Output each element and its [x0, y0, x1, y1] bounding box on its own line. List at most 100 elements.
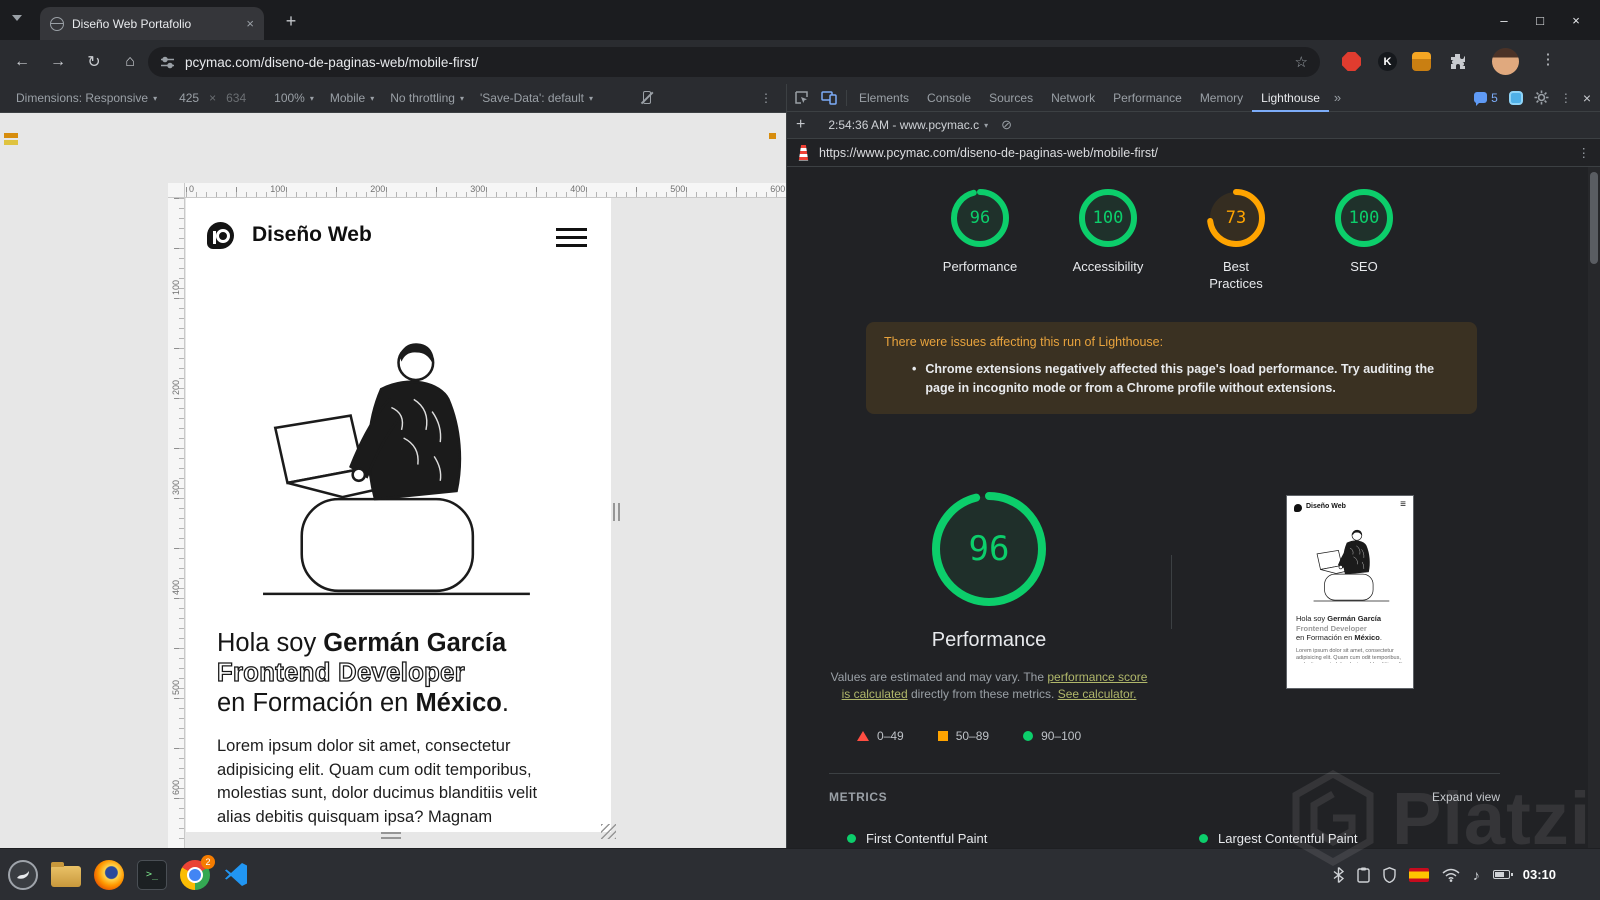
keyboard-layout-flag-icon[interactable]: [1408, 867, 1429, 882]
site-logo[interactable]: [207, 222, 234, 249]
throttling-selector[interactable]: No throttling ▾: [390, 91, 464, 105]
metric-largest-contentful-paint[interactable]: Largest Contentful Paint: [1199, 831, 1357, 846]
devtools-close-icon[interactable]: ×: [1583, 90, 1591, 106]
extension-devtools-icon[interactable]: [1508, 90, 1523, 105]
see-calculator-link[interactable]: See calculator.: [1058, 687, 1137, 701]
profile-avatar[interactable]: [1492, 48, 1519, 75]
range-label: 0–49: [877, 729, 904, 743]
device-toolbar-toggle-icon[interactable]: [815, 90, 843, 105]
browser-menu-kebab-icon[interactable]: ⋮: [1536, 50, 1560, 68]
viewport-resize-handle-right[interactable]: [613, 503, 620, 521]
chevron-down-icon: ▾: [153, 93, 158, 103]
score-performance[interactable]: 96 Performance: [932, 187, 1028, 292]
home-button[interactable]: ⌂: [116, 48, 144, 76]
address-bar[interactable]: pcymac.com/diseno-de-paginas-web/mobile-…: [148, 47, 1320, 77]
lighthouse-url-row: https://www.pcymac.com/diseno-de-paginas…: [787, 139, 1600, 167]
page-viewport[interactable]: Diseño Web Hola soy Germán García Fronte…: [186, 198, 611, 832]
shield-icon[interactable]: [1383, 866, 1396, 883]
audit-run-selector[interactable]: 2:54:36 AM - www.pcymac.c ▾: [828, 118, 988, 132]
device-toolbar-kebab-icon[interactable]: ⋮: [760, 91, 772, 105]
ruler-number: 400: [570, 184, 586, 194]
battery-icon[interactable]: [1492, 870, 1513, 879]
tab-elements[interactable]: Elements: [850, 84, 918, 112]
viewport-resize-handle-corner[interactable]: [601, 824, 616, 839]
start-menu-button[interactable]: [8, 859, 38, 890]
wifi-icon[interactable]: [1442, 868, 1460, 882]
score-accessibility[interactable]: 100 Accessibility: [1060, 187, 1156, 292]
back-button[interactable]: ←: [8, 48, 36, 76]
window-minimize-button[interactable]: –: [1490, 13, 1518, 28]
adblock-extension-icon[interactable]: [1342, 52, 1361, 71]
box-extension-icon[interactable]: [1412, 52, 1431, 71]
new-audit-button[interactable]: +: [796, 116, 805, 134]
chrome-icon[interactable]: 2: [180, 854, 215, 890]
site-settings-tune-icon[interactable]: [160, 55, 175, 70]
report-scrollbar[interactable]: [1588, 167, 1600, 848]
dimensions-selector[interactable]: Dimensions: Responsive ▾: [16, 91, 157, 105]
site-logo-text[interactable]: Diseño Web: [252, 223, 372, 247]
ruler-number: 200: [171, 379, 181, 395]
window-maximize-button[interactable]: □: [1526, 13, 1554, 28]
media-query-marker[interactable]: [769, 133, 776, 139]
audio-icon[interactable]: ♪: [1473, 867, 1480, 883]
metric-pass-dot: [847, 834, 856, 843]
firefox-icon[interactable]: [94, 859, 124, 890]
tab-performance[interactable]: Performance: [1104, 84, 1191, 112]
hamburger-menu-icon[interactable]: [556, 228, 587, 231]
devtools-tab-bar: Elements Console Sources Network Perform…: [787, 84, 1600, 112]
ruler-number: 600: [171, 779, 181, 795]
clear-audits-icon[interactable]: ⊘: [1001, 117, 1012, 133]
tab-network[interactable]: Network: [1042, 84, 1104, 112]
viewport-resize-handle-bottom[interactable]: [381, 832, 401, 839]
chrome-notification-badge: 2: [201, 854, 215, 869]
forward-button[interactable]: →: [44, 48, 72, 76]
clock[interactable]: 03:10: [1523, 867, 1556, 882]
issues-count: 5: [1491, 90, 1498, 105]
k-extension-icon[interactable]: K: [1378, 52, 1397, 71]
inspect-element-icon[interactable]: [787, 90, 815, 105]
rotate-device-icon[interactable]: [639, 90, 655, 106]
viewport-width-input[interactable]: 425: [179, 91, 199, 105]
performance-gauge[interactable]: 96 Performance: [883, 491, 1095, 652]
viewport-height-input[interactable]: 634: [226, 91, 246, 105]
url-text[interactable]: pcymac.com/diseno-de-paginas-web/mobile-…: [185, 55, 1285, 70]
tab-search-chevron-icon[interactable]: [12, 15, 22, 21]
device-canvas: 0 100 200 300 400 500 600 100 200 300 40…: [0, 113, 787, 848]
new-tab-button[interactable]: +: [278, 8, 304, 34]
score-seo[interactable]: 100 SEO: [1316, 187, 1412, 292]
scrollbar-thumb[interactable]: [1590, 172, 1598, 264]
clipboard-icon[interactable]: [1357, 867, 1370, 883]
more-tabs-icon[interactable]: »: [1329, 90, 1346, 105]
zoom-selector[interactable]: 100% ▾: [274, 91, 314, 105]
pass-range-icon: [1023, 731, 1034, 741]
terminal-icon[interactable]: >_: [137, 859, 167, 890]
page-screenshot-thumbnail[interactable]: Diseño Web ≡ Hola soy Germán García Fron…: [1286, 495, 1414, 689]
window-close-button[interactable]: ×: [1562, 13, 1590, 28]
reload-button[interactable]: ↻: [80, 48, 108, 76]
tab-lighthouse[interactable]: Lighthouse: [1252, 84, 1329, 112]
report-kebab-icon[interactable]: ⋮: [1578, 145, 1591, 160]
device-type-selector[interactable]: Mobile ▾: [330, 91, 374, 105]
bookmark-star-icon[interactable]: ☆: [1295, 53, 1308, 71]
thumb-text: Frontend Developer: [1296, 623, 1367, 633]
browser-tab[interactable]: Diseño Web Portafolio ×: [40, 7, 264, 40]
save-data-selector[interactable]: 'Save-Data': default ▾: [480, 91, 593, 105]
issues-counter[interactable]: 5: [1474, 90, 1498, 106]
media-query-marker[interactable]: [4, 140, 18, 145]
score-best-practices[interactable]: 73 Best Practices: [1188, 187, 1284, 292]
tab-memory[interactable]: Memory: [1191, 84, 1252, 112]
vscode-icon[interactable]: [223, 861, 250, 888]
tab-console[interactable]: Console: [918, 84, 980, 112]
bluetooth-icon[interactable]: [1333, 866, 1344, 883]
metric-first-contentful-paint[interactable]: First Contentful Paint: [847, 831, 987, 846]
file-manager-icon[interactable]: [51, 862, 81, 887]
devtools-kebab-icon[interactable]: ⋮: [1560, 91, 1572, 105]
score-value: 100: [1092, 208, 1124, 228]
tab-close-icon[interactable]: ×: [246, 16, 254, 31]
expand-view-toggle[interactable]: Expand view: [1432, 790, 1500, 804]
media-query-marker[interactable]: [4, 133, 18, 138]
tab-sources[interactable]: Sources: [980, 84, 1042, 112]
extensions-puzzle-icon[interactable]: [1448, 52, 1467, 71]
settings-gear-icon[interactable]: [1534, 90, 1549, 105]
ruler-number: 300: [470, 184, 486, 194]
